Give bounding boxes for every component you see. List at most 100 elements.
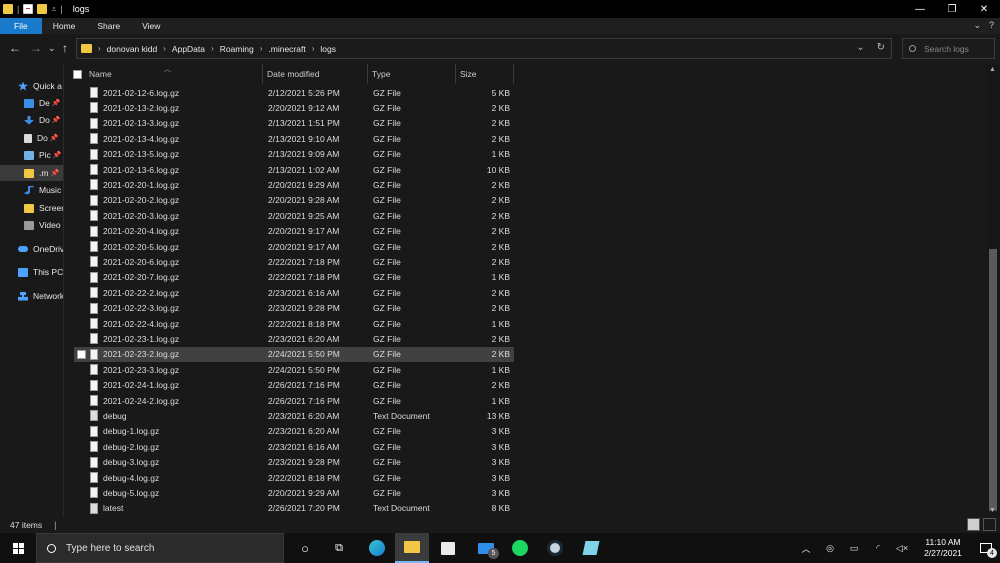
breadcrumb-separator[interactable]: ›	[163, 44, 166, 53]
back-button[interactable]: ←	[9, 42, 21, 54]
large-icons-view-button[interactable]	[983, 518, 996, 531]
table-row[interactable]: 2021-02-20-4.log.gz 2/20/2021 9:17 AM GZ F…	[74, 224, 514, 239]
sidebar-item-music[interactable]: Music	[0, 182, 64, 198]
table-row[interactable]: debug-5.log.gz 2/20/2021 9:29 AM GZ File 3 …	[74, 485, 514, 500]
sidebar-item-onedrive[interactable]: OneDriv	[0, 241, 64, 257]
column-header-date-modified[interactable]: Date modified	[263, 64, 368, 84]
table-row[interactable]: 2021-02-20-2.log.gz 2/20/2021 9:28 AM GZ F…	[74, 193, 514, 208]
breadcrumb-appdata[interactable]: AppData	[172, 44, 205, 54]
tab-file[interactable]: File	[0, 18, 42, 34]
volume-muted-icon[interactable]: ◁×	[890, 533, 914, 563]
expand-ribbon-icon[interactable]: ⌄	[973, 20, 981, 31]
table-row[interactable]: 2021-02-24-2.log.gz 2/26/2021 7:16 PM GZ F…	[74, 393, 514, 408]
mail-icon[interactable]: 5	[469, 533, 503, 563]
edge-icon[interactable]	[360, 533, 394, 563]
table-row[interactable]: 2021-02-13-5.log.gz 2/13/2021 9:09 AM GZ F…	[74, 147, 514, 162]
table-row[interactable]: 2021-02-13-2.log.gz 2/20/2021 9:12 AM GZ F…	[74, 100, 514, 115]
sidebar-item-videos[interactable]: Video	[0, 217, 64, 233]
breadcrumb-roaming[interactable]: Roaming	[220, 44, 254, 54]
steam-icon[interactable]	[538, 533, 572, 563]
table-row[interactable]: 2021-02-20-1.log.gz 2/20/2021 9:29 AM GZ F…	[74, 177, 514, 192]
details-view-button[interactable]	[967, 518, 980, 531]
breadcrumb-minecraft[interactable]: .minecraft	[268, 44, 305, 54]
table-row[interactable]: 2021-02-22-2.log.gz 2/23/2021 6:16 AM GZ F…	[74, 285, 514, 300]
table-row[interactable]: latest 2/26/2021 7:20 PM Text Document 8 KB	[74, 501, 514, 516]
recent-locations-button[interactable]: ⌄	[48, 42, 56, 54]
cortana-icon[interactable]: ○	[288, 533, 322, 563]
breadcrumb-separator[interactable]: ›	[312, 44, 315, 53]
table-row[interactable]: 2021-02-20-3.log.gz 2/20/2021 9:25 AM GZ F…	[74, 208, 514, 223]
tab-home[interactable]: Home	[42, 18, 87, 34]
breadcrumb-separator[interactable]: ›	[260, 44, 263, 53]
sidebar-item-downloads[interactable]: Do 📌	[0, 112, 64, 128]
sidebar-item-minecraft[interactable]: .m 📌	[0, 165, 64, 181]
table-row[interactable]: debug-3.log.gz 2/23/2021 9:28 PM GZ File 3 …	[74, 455, 514, 470]
sidebar-item-desktop[interactable]: De 📌	[0, 95, 64, 111]
table-row[interactable]: 2021-02-23-1.log.gz 2/23/2021 6:20 AM GZ F…	[74, 331, 514, 346]
table-row[interactable]: 2021-02-12-6.log.gz 2/12/2021 5:26 PM GZ F…	[74, 85, 514, 100]
table-row[interactable]: debug 2/23/2021 6:20 AM Text Document 13 KB	[74, 408, 514, 423]
customize-toolbar-icon[interactable]: ⩡	[51, 4, 56, 15]
scrollbar-thumb[interactable]	[989, 249, 997, 511]
table-row[interactable]: 2021-02-13-3.log.gz 2/13/2021 1:51 PM GZ F…	[74, 116, 514, 131]
row-checkbox[interactable]	[77, 349, 86, 359]
taskbar-search-input[interactable]: Type here to search	[66, 543, 154, 554]
help-icon[interactable]: ?	[989, 20, 994, 31]
search-box[interactable]: Search logs	[902, 38, 995, 59]
webcam-icon[interactable]: ◎	[818, 533, 842, 563]
spotify-icon[interactable]	[503, 533, 537, 563]
scroll-down-icon[interactable]: ▼	[989, 507, 996, 514]
address-history-icon[interactable]: ⌄	[856, 42, 864, 53]
vertical-scrollbar[interactable]: ▲ ▼	[986, 64, 1000, 517]
table-row[interactable]: 2021-02-24-1.log.gz 2/26/2021 7:16 PM GZ F…	[74, 378, 514, 393]
column-header-type[interactable]: Type	[368, 64, 456, 84]
taskbar-search[interactable]: Type here to search	[36, 533, 284, 563]
sidebar-item-this-pc[interactable]: This PC	[0, 264, 64, 280]
battery-icon[interactable]: ▭	[842, 533, 866, 563]
minimize-button[interactable]: —	[904, 0, 936, 18]
clock[interactable]: 11:10 AM 2/27/2021	[914, 537, 972, 559]
table-row[interactable]: 2021-02-13-6.log.gz 2/13/2021 1:02 AM GZ F…	[74, 162, 514, 177]
table-row[interactable]: 2021-02-23-2.log.gz 2/24/2021 5:50 PM GZ F…	[74, 346, 514, 362]
file-explorer-icon[interactable]	[395, 533, 429, 563]
refresh-icon[interactable]: ↻	[877, 42, 885, 53]
table-row[interactable]: 2021-02-22-3.log.gz 2/23/2021 9:28 PM GZ F…	[74, 301, 514, 316]
breadcrumb-logs[interactable]: logs	[320, 44, 336, 54]
up-button[interactable]: ↑	[62, 42, 68, 54]
column-header-size[interactable]: Size	[456, 64, 514, 84]
sidebar-item-network[interactable]: Network	[0, 288, 64, 304]
table-row[interactable]: 2021-02-20-5.log.gz 2/20/2021 9:17 AM GZ F…	[74, 239, 514, 254]
sidebar-item-quick-access[interactable]: Quick a	[0, 78, 64, 94]
table-row[interactable]: 2021-02-22-4.log.gz 2/22/2021 8:18 PM GZ F…	[74, 316, 514, 331]
action-center-button[interactable]: 4	[972, 533, 1000, 563]
table-row[interactable]: debug-4.log.gz 2/22/2021 8:18 PM GZ File 3 …	[74, 470, 514, 485]
start-button[interactable]	[0, 533, 36, 563]
show-hidden-icons-icon[interactable]: ︿	[794, 533, 818, 563]
table-row[interactable]: 2021-02-13-4.log.gz 2/13/2021 9:10 AM GZ F…	[74, 131, 514, 146]
breadcrumb-separator[interactable]: ›	[211, 44, 214, 53]
table-row[interactable]: debug-1.log.gz 2/23/2021 6:20 AM GZ File 3 …	[74, 424, 514, 439]
app-icon[interactable]	[574, 533, 608, 563]
task-view-icon[interactable]: ⧉	[322, 533, 356, 563]
select-all-checkbox[interactable]	[73, 70, 82, 79]
table-row[interactable]: debug-2.log.gz 2/23/2021 6:16 AM GZ File 3 …	[74, 439, 514, 454]
tab-share[interactable]: Share	[86, 18, 131, 34]
sidebar-item-pictures[interactable]: Pic 📌	[0, 147, 64, 163]
scroll-up-icon[interactable]: ▲	[989, 66, 996, 73]
new-folder-icon[interactable]	[37, 4, 48, 14]
breadcrumb-donovan-kidd[interactable]: donovan kidd	[107, 44, 158, 54]
address-bar[interactable]: › donovan kidd › AppData › Roaming › .mi…	[76, 38, 892, 59]
maximize-button[interactable]: ❐	[936, 0, 968, 18]
microsoft-store-icon[interactable]	[431, 533, 465, 563]
table-row[interactable]: 2021-02-20-7.log.gz 2/22/2021 7:18 PM GZ F…	[74, 270, 514, 285]
column-header-name[interactable]: Name	[85, 64, 263, 84]
tab-view[interactable]: View	[131, 18, 171, 34]
wifi-icon[interactable]: ◜	[866, 533, 890, 563]
forward-button[interactable]: →	[30, 42, 42, 54]
properties-icon[interactable]	[23, 4, 34, 14]
close-button[interactable]: ✕	[968, 0, 1000, 18]
table-row[interactable]: 2021-02-20-6.log.gz 2/22/2021 7:18 PM GZ F…	[74, 254, 514, 269]
sidebar-item-screenshots[interactable]: Screen	[0, 200, 64, 216]
sidebar-item-documents[interactable]: Do 📌	[0, 130, 64, 146]
table-row[interactable]: 2021-02-23-3.log.gz 2/24/2021 5:50 PM GZ F…	[74, 362, 514, 377]
